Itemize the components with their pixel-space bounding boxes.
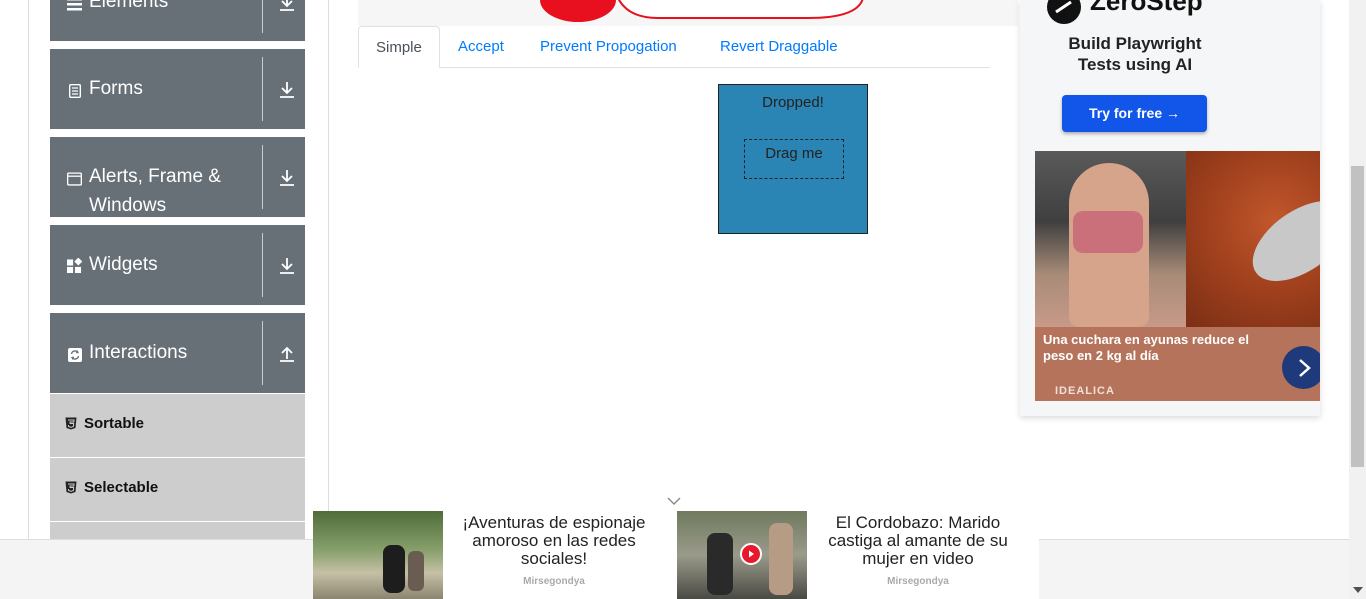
expand-icon[interactable] [276, 167, 298, 189]
droppable-tabs: Simple Accept Prevent Propogation Revert… [358, 26, 990, 68]
spoon-shape [1238, 184, 1320, 298]
left-border [28, 0, 29, 540]
ad-headline[interactable]: El Cordobazo: Marido castiga al amante d… [816, 514, 1020, 568]
ad-headline-line1: Build Playwright [1068, 34, 1202, 53]
sidebar-item-selectable[interactable]: Selectable [50, 457, 305, 521]
right-ad[interactable]: ZeroStep Build Playwright Tests using AI… [1020, 0, 1320, 416]
expand-icon[interactable] [276, 79, 298, 101]
sidebar-group-widgets[interactable]: Widgets [50, 225, 305, 305]
window-icon [67, 171, 82, 186]
ad-source: Mirsegondya [523, 576, 585, 587]
figure-shape [769, 523, 793, 595]
chevron-down-icon[interactable] [666, 494, 682, 506]
menu-icon [67, 0, 82, 12]
draggable-box[interactable]: Drag me [744, 139, 844, 179]
collapse-icon[interactable] [276, 343, 298, 365]
tab-prevent-propogation[interactable]: Prevent Propogation [523, 26, 694, 68]
separator [262, 0, 263, 33]
separator [262, 321, 263, 385]
ad-headline[interactable]: ¡Aventuras de espionaje amoroso en las r… [450, 514, 658, 568]
sidebar-group-interactions[interactable]: Interactions [50, 313, 305, 393]
try-for-free-button[interactable]: Try for free → [1062, 95, 1207, 132]
banner-graphic [540, 0, 864, 22]
sidebar-divider [328, 0, 329, 540]
document-icon [67, 83, 82, 98]
scroll-down-icon[interactable] [1352, 585, 1364, 595]
separator [262, 145, 263, 209]
figure-shape [707, 533, 733, 595]
scrollbar-thumb[interactable] [1351, 166, 1364, 467]
figure-shape [383, 545, 405, 593]
separator [262, 57, 263, 121]
sidebar-group-label-line2: Windows [89, 195, 167, 216]
tab-accept[interactable]: Accept [441, 26, 521, 68]
separator [262, 233, 263, 297]
html5-icon [65, 481, 77, 494]
figure-shape [408, 551, 424, 591]
ad-headline-line2: Tests using AI [1077, 55, 1193, 74]
ad-thumbnail[interactable] [677, 511, 807, 599]
sidebar-group-forms[interactable]: Forms [50, 49, 305, 129]
tab-simple[interactable]: Simple [358, 26, 440, 68]
ad-thumbnail[interactable] [313, 511, 443, 599]
person-top [1073, 211, 1143, 253]
sidebar-item-sortable[interactable]: Sortable [50, 393, 305, 457]
sidebar-group-elements[interactable]: Elements [50, 0, 305, 41]
play-icon[interactable] [740, 543, 762, 565]
expand-icon[interactable] [276, 255, 298, 277]
sidebar-group-alerts[interactable]: Alerts, Frame & Windows [50, 137, 305, 217]
sidebar-item-label: Selectable [84, 479, 159, 496]
tab-revert-draggable[interactable]: Revert Draggable [703, 26, 855, 68]
drop-status-text: Dropped! [762, 94, 824, 111]
zerostep-logo-icon [1047, 0, 1081, 24]
promo-ad[interactable]: Una cuchara en ayunas reduce el peso en … [1035, 151, 1320, 401]
promo-source: IDEALICA [1055, 385, 1115, 397]
sidebar-group-label: Widgets [89, 254, 158, 275]
ad-brand: ZeroStep [1090, 0, 1203, 16]
ad-headline: Build Playwright Tests using AI [1020, 33, 1250, 75]
html5-icon [65, 417, 77, 430]
page: Elements Forms Alerts, Frame & Windows W… [0, 0, 1366, 599]
promo-image-left [1035, 151, 1186, 327]
sidebar-group-label: Interactions [89, 342, 188, 363]
sidebar-group-label: Forms [89, 78, 143, 99]
top-banner-ad[interactable] [358, 0, 1018, 26]
chevron-right-icon[interactable] [1282, 346, 1320, 389]
sidebar-group-label: Elements [89, 0, 169, 12]
promo-text: Una cuchara en ayunas reduce el peso en … [1043, 332, 1249, 363]
sidebar-group-label: Alerts, Frame & [89, 166, 221, 187]
promo-image-right [1186, 151, 1320, 327]
widgets-icon [67, 257, 82, 273]
expand-icon[interactable] [276, 0, 298, 14]
sidebar-item-label: Sortable [84, 415, 145, 432]
refresh-icon [67, 347, 82, 362]
ad-source: Mirsegondya [887, 576, 949, 587]
